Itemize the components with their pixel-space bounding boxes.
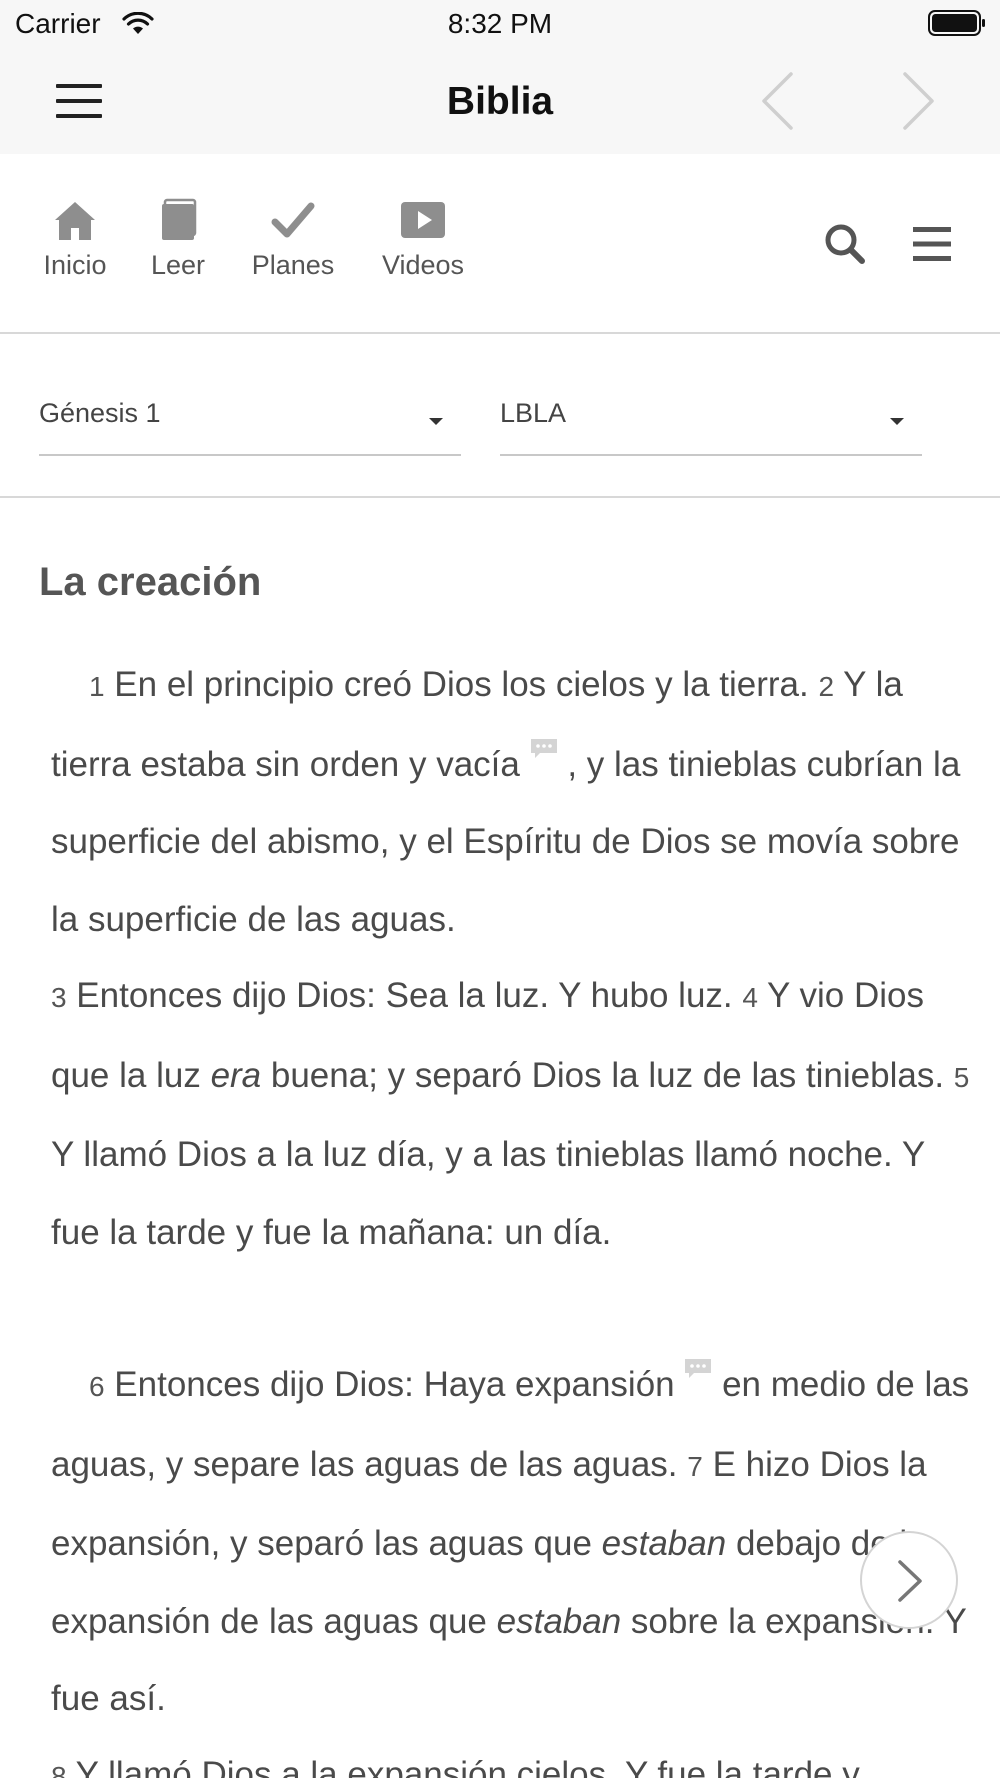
footnote-icon[interactable] xyxy=(684,1358,712,1380)
book-chapter-select[interactable]: Génesis 1 xyxy=(39,392,461,456)
tab-leer-label: Leer xyxy=(150,250,206,280)
verse-number[interactable]: 1 xyxy=(89,671,105,702)
verse-text[interactable]: Entonces dijo Dios: Sea la luz. Y hubo l… xyxy=(67,976,743,1015)
verse-text[interactable]: Y llamó Dios a la luz día, y a las tinie… xyxy=(51,1135,925,1252)
search-icon[interactable] xyxy=(823,222,867,266)
passage-content: La creación 1 En el principio creó Dios … xyxy=(0,496,1000,1778)
tab-leer[interactable]: Leer xyxy=(148,198,208,281)
version-select[interactable]: LBLA xyxy=(500,392,922,456)
verse-number[interactable]: 2 xyxy=(818,671,834,702)
battery-icon xyxy=(928,10,985,36)
verse-number[interactable]: 3 xyxy=(51,982,67,1013)
verse-number[interactable]: 5 xyxy=(954,1062,970,1093)
tab-videos-label: Videos xyxy=(381,250,465,280)
tab-videos[interactable]: Videos xyxy=(377,198,469,281)
version-value: LBLA xyxy=(500,398,567,428)
verse-italic[interactable]: era xyxy=(211,1056,262,1095)
home-icon xyxy=(55,202,95,240)
book-icon xyxy=(162,198,197,240)
menu-icon[interactable] xyxy=(913,226,951,262)
footnote-icon[interactable] xyxy=(530,738,558,760)
chevron-right-icon[interactable] xyxy=(898,70,938,132)
book-chapter-value: Génesis 1 xyxy=(39,398,161,428)
status-time: 8:32 PM xyxy=(447,8,553,39)
chevron-right-icon xyxy=(898,1560,922,1602)
caret-down-icon xyxy=(429,418,443,425)
verse-italic[interactable]: estaban xyxy=(497,1602,622,1641)
checkmark-icon xyxy=(271,202,315,238)
caret-down-icon xyxy=(890,418,904,425)
verse-number[interactable]: 4 xyxy=(742,982,758,1013)
nav-bar: Biblia xyxy=(0,50,1000,154)
tab-bar: Inicio Leer Planes Videos xyxy=(0,154,1000,334)
verse-italic[interactable]: estaban xyxy=(602,1524,727,1563)
verse-text[interactable]: En el principio creó Dios los cielos y l… xyxy=(105,665,819,704)
paragraph-2: 3 Entonces dijo Dios: Sea la luz. Y hubo… xyxy=(51,957,971,1271)
verse-text[interactable]: Y llamó Dios a la expansión cielos. Y fu… xyxy=(67,1755,860,1778)
verse-number[interactable]: 6 xyxy=(89,1371,105,1402)
next-chapter-button[interactable] xyxy=(860,1531,958,1629)
status-bar: Carrier 8:32 PM xyxy=(0,0,1000,50)
video-icon xyxy=(401,202,445,238)
paragraph-3: 6 Entonces dijo Dios: Haya expansión en … xyxy=(51,1346,971,1738)
tab-planes-label: Planes xyxy=(251,250,335,280)
tab-planes[interactable]: Planes xyxy=(248,198,338,281)
verse-number[interactable]: 8 xyxy=(51,1761,67,1778)
paragraph-4: 8 Y llamó Dios a la expansión cielos. Y … xyxy=(51,1736,971,1778)
passage-selectors: Génesis 1 LBLA xyxy=(0,332,1000,498)
verse-number[interactable]: 7 xyxy=(687,1451,703,1482)
chevron-left-icon[interactable] xyxy=(758,70,798,132)
page-title: Biblia xyxy=(446,80,554,123)
tab-inicio-label: Inicio xyxy=(43,250,107,280)
paragraph-1: 1 En el principio creó Dios los cielos y… xyxy=(51,646,971,958)
tab-inicio[interactable]: Inicio xyxy=(38,198,112,281)
section-heading: La creación xyxy=(39,560,262,604)
verse-text[interactable]: buena; y separó Dios la luz de las tinie… xyxy=(261,1056,954,1095)
verse-text[interactable]: Entonces dijo Dios: Haya expansión xyxy=(105,1365,685,1404)
